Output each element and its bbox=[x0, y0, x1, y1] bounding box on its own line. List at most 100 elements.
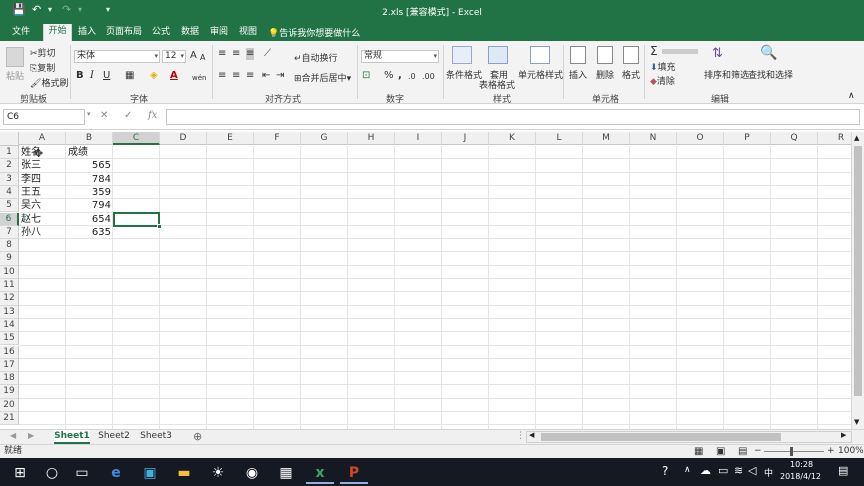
row-header-7[interactable]: 7 bbox=[0, 225, 19, 240]
h-scrollbar-thumb[interactable] bbox=[541, 433, 781, 441]
tab-view[interactable]: 视图 bbox=[236, 25, 260, 41]
column-header-p[interactable]: P bbox=[724, 132, 771, 145]
comma-button[interactable]: , bbox=[398, 70, 402, 82]
cell-a4[interactable]: 王五 bbox=[21, 186, 65, 199]
row-header-14[interactable]: 14 bbox=[0, 318, 19, 333]
tab-insert[interactable]: 插入 bbox=[74, 25, 100, 41]
tab-file[interactable]: 文件 bbox=[6, 25, 36, 41]
row-header-17[interactable]: 17 bbox=[0, 358, 19, 373]
cell-styles-icon[interactable] bbox=[530, 46, 550, 64]
row-header-8[interactable]: 8 bbox=[0, 239, 19, 253]
cell-a2[interactable]: 张三 bbox=[21, 159, 65, 172]
clock-time[interactable]: 10:28 bbox=[790, 460, 813, 469]
tab-formulas[interactable]: 公式 bbox=[149, 25, 173, 41]
accounting-icon[interactable]: ⊡ bbox=[362, 70, 370, 82]
column-header-j[interactable]: J bbox=[442, 132, 489, 145]
tab-home[interactable]: 开始 bbox=[43, 24, 72, 41]
task-view-icon[interactable]: ▭ bbox=[68, 462, 96, 484]
tab-review[interactable]: 审阅 bbox=[207, 25, 231, 41]
format-button[interactable]: 格式 bbox=[622, 68, 640, 81]
tab-split-handle[interactable]: ⋮ bbox=[516, 431, 525, 441]
percent-button[interactable]: % bbox=[384, 70, 394, 82]
align-right-icon[interactable]: ≡ bbox=[246, 70, 254, 82]
align-left-icon[interactable]: ≡ bbox=[218, 70, 226, 82]
row-header-12[interactable]: 12 bbox=[0, 292, 19, 306]
calculator-icon[interactable]: ▦ bbox=[272, 462, 300, 484]
column-header-h[interactable]: H bbox=[348, 132, 395, 145]
network-icon[interactable]: ≋ bbox=[734, 464, 743, 477]
column-header-r[interactable]: R bbox=[818, 132, 851, 145]
row-header-3[interactable]: 3 bbox=[0, 172, 19, 186]
scroll-left-icon[interactable]: ◀ bbox=[529, 431, 534, 439]
cell-styles-button[interactable]: 单元格样式 bbox=[518, 68, 563, 81]
column-header-k[interactable]: K bbox=[489, 132, 536, 145]
cell-a3[interactable]: 李四 bbox=[21, 173, 65, 186]
delete-button[interactable]: 删除 bbox=[596, 68, 614, 81]
insert-function-button[interactable]: fx bbox=[148, 110, 157, 121]
page-break-view-icon[interactable]: ▤ bbox=[738, 445, 747, 458]
volume-icon[interactable]: ◁ bbox=[748, 464, 756, 477]
active-cell-c6[interactable] bbox=[113, 212, 162, 229]
battery-icon[interactable]: ▭ bbox=[718, 464, 728, 477]
cell-b6[interactable]: 654 bbox=[66, 213, 111, 226]
cell-b5[interactable]: 794 bbox=[66, 199, 111, 212]
cell-b4[interactable]: 359 bbox=[66, 186, 111, 199]
column-header-l[interactable]: L bbox=[536, 132, 583, 145]
row-header-9[interactable]: 9 bbox=[0, 252, 19, 266]
zoom-level[interactable]: 100% bbox=[838, 445, 864, 458]
row-header-18[interactable]: 18 bbox=[0, 372, 19, 386]
ime-indicator[interactable]: 中 bbox=[764, 466, 773, 479]
orientation-icon[interactable]: ⟋ bbox=[264, 48, 271, 60]
select-all-corner[interactable] bbox=[0, 132, 19, 146]
windows-start-icon[interactable]: ⊞ bbox=[6, 462, 34, 484]
app-icon[interactable]: ▣ bbox=[136, 462, 164, 484]
vertical-scrollbar[interactable]: ▲ ▼ bbox=[851, 132, 864, 429]
row-header-6[interactable]: 6 bbox=[0, 212, 19, 226]
align-center-icon[interactable]: ≡ bbox=[232, 70, 240, 82]
decrease-decimal-icon[interactable]: .00 bbox=[422, 71, 435, 83]
row-header-10[interactable]: 10 bbox=[0, 265, 19, 279]
cell-a6[interactable]: 赵七 bbox=[21, 213, 65, 226]
font-name-select[interactable]: 宋体 ▾ bbox=[74, 50, 160, 63]
clear-button[interactable]: ◆清除 bbox=[650, 74, 675, 87]
cell-a7[interactable]: 孙八 bbox=[21, 226, 65, 239]
format-as-table-line2[interactable]: 表格格式 bbox=[479, 78, 515, 91]
insert-button[interactable]: 插入 bbox=[569, 68, 587, 81]
autosum-button[interactable]: Σ bbox=[650, 45, 658, 57]
align-middle-icon[interactable]: ≡ bbox=[232, 48, 240, 60]
column-header-a[interactable]: A bbox=[19, 132, 66, 145]
column-header-d[interactable]: D bbox=[160, 132, 207, 145]
help-icon[interactable]: ? bbox=[662, 464, 668, 478]
decrease-indent-icon[interactable]: ⇤ bbox=[262, 70, 270, 82]
worksheet-grid[interactable]: ABCDEFGHIJKLMNOPQR 1 2 3 4 5 6 7 8 9 10 11 12 13 14 15… bbox=[0, 132, 851, 429]
formula-input[interactable] bbox=[166, 109, 860, 125]
merge-center-button[interactable]: ⊞合并后居中▾ bbox=[294, 71, 351, 84]
row-header-15[interactable]: 15 bbox=[0, 332, 19, 346]
sheet-tab-sheet2[interactable]: Sheet2 bbox=[95, 430, 133, 444]
column-header-g[interactable]: G bbox=[301, 132, 348, 145]
delete-cells-icon[interactable] bbox=[597, 46, 613, 64]
tab-page-layout[interactable]: 页面布局 bbox=[103, 25, 145, 41]
cell-b3[interactable]: 784 bbox=[66, 173, 111, 186]
sheet-tab-sheet1[interactable]: Sheet1 bbox=[54, 430, 90, 444]
edge-icon[interactable]: e bbox=[102, 462, 130, 484]
column-header-q[interactable]: Q bbox=[771, 132, 818, 145]
notification-icon[interactable]: ▤ bbox=[838, 464, 848, 477]
scroll-right-icon[interactable]: ▶ bbox=[841, 431, 846, 439]
name-box-dropdown-icon[interactable]: ▾ bbox=[87, 110, 91, 118]
cut-button[interactable]: ✂剪切 bbox=[30, 46, 56, 59]
next-sheet-icon[interactable]: ▶ bbox=[28, 431, 34, 440]
onedrive-icon[interactable]: ☁ bbox=[700, 464, 711, 477]
scrollbar-thumb[interactable] bbox=[854, 146, 862, 396]
row-header-2[interactable]: 2 bbox=[0, 159, 19, 173]
border-icon[interactable]: ▦ bbox=[125, 70, 134, 82]
cell-b2[interactable]: 565 bbox=[66, 159, 111, 172]
conditional-format-button[interactable]: 条件格式 bbox=[446, 68, 482, 81]
phonetic-button[interactable]: wén bbox=[192, 72, 206, 84]
fill-handle[interactable] bbox=[157, 224, 162, 229]
column-header-e[interactable]: E bbox=[207, 132, 254, 145]
column-header-n[interactable]: N bbox=[630, 132, 677, 145]
tray-expand-icon[interactable]: ∧ bbox=[684, 465, 691, 475]
excel-taskbar-icon[interactable]: x bbox=[306, 462, 334, 484]
format-as-table-icon[interactable] bbox=[488, 46, 508, 64]
